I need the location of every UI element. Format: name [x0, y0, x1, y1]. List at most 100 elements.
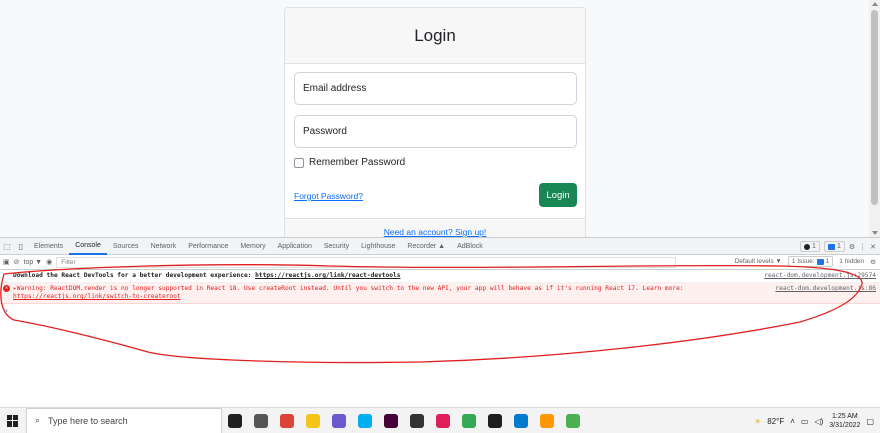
filter-input[interactable]: Filter	[56, 256, 677, 268]
toolbar-right: Default levels ▼ 1 Issue: 1 1 hidden ⚙	[735, 256, 876, 267]
issue-icon	[816, 258, 824, 265]
start-button[interactable]	[0, 408, 26, 433]
cortana-icon[interactable]	[222, 408, 248, 433]
signup-link[interactable]: Need an account? Sign up!	[384, 227, 487, 237]
vscode-icon-glyph	[514, 413, 528, 428]
devtools-link[interactable]: https://reactjs.org/link/react-devtools	[255, 272, 400, 279]
issue-icon	[827, 243, 835, 250]
adobe-xd-icon-glyph	[384, 413, 398, 428]
chrome-profile-icon-glyph	[462, 413, 476, 428]
network-icon[interactable]: ▭	[801, 417, 809, 426]
login-card: Login Email address Password Remember Pa…	[284, 7, 586, 237]
email-placeholder: Email address	[303, 83, 367, 94]
createroot-link[interactable]: https://reactjs.org/link/switch-to-creat…	[13, 293, 181, 300]
terminal-icon[interactable]	[482, 408, 508, 433]
context-selector[interactable]: top ▼	[24, 259, 43, 266]
page-viewport: Login Email address Password Remember Pa…	[0, 0, 880, 237]
console-output: Download the React DevTools for a better…	[0, 270, 880, 317]
windows-logo-icon	[7, 414, 19, 427]
tab-elements[interactable]: Elements	[28, 238, 69, 255]
task-view-icon-glyph	[254, 413, 268, 428]
email-field[interactable]: Email address	[294, 72, 577, 105]
tab-sources[interactable]: Sources	[107, 238, 145, 255]
remember-label: Remember Password	[309, 157, 406, 168]
error-icon: ✕	[3, 285, 10, 292]
clear-console-icon[interactable]: ⊘	[14, 258, 20, 266]
task-view-icon[interactable]	[248, 408, 274, 433]
issues-button[interactable]: 1 Issue: 1	[787, 256, 834, 267]
console-prompt[interactable]: ›	[0, 304, 880, 317]
windows-taskbar: ⌕ Type here to search ☀ 82°F ˄ ▭ ◁) 1:25…	[0, 407, 880, 433]
system-tray: ☀ 82°F ˄ ▭ ◁) 1:25 AM 3/31/2022 ▢	[754, 408, 880, 433]
error-count-badge[interactable]: 1	[800, 241, 820, 252]
file-explorer-icon[interactable]	[300, 408, 326, 433]
notifications-icon[interactable]: ▢	[866, 417, 874, 426]
console-toolbar: ▣ ⊘ top ▼ ◉ Filter Default levels ▼ 1 Is…	[0, 255, 880, 270]
visual-studio-icon[interactable]	[326, 408, 352, 433]
log-source-link[interactable]: react-dom.development.js:29574	[764, 272, 876, 280]
tab-console[interactable]: Console	[69, 238, 107, 255]
settings-gear-icon[interactable]: ⚙	[849, 243, 855, 251]
volume-icon[interactable]: ◁)	[814, 417, 823, 426]
chrome-profile-icon[interactable]	[456, 408, 482, 433]
photos-icon[interactable]	[560, 408, 586, 433]
tab-memory[interactable]: Memory	[234, 238, 271, 255]
terminal-icon-glyph	[488, 413, 502, 428]
tab-performance[interactable]: Performance	[182, 238, 234, 255]
taskbar-search[interactable]: ⌕ Type here to search	[26, 407, 222, 433]
devtools-status: 1 1 ⚙ ⋮ ✕	[800, 238, 876, 255]
scroll-thumb[interactable]	[871, 10, 878, 205]
log-source-link[interactable]: react-dom.development.js:86	[775, 285, 876, 293]
card-header: Login	[285, 8, 585, 64]
tray-chevron-icon[interactable]: ˄	[790, 417, 795, 426]
adobe-xd-icon[interactable]	[378, 408, 404, 433]
remember-row[interactable]: Remember Password	[294, 157, 405, 168]
tab-recorder[interactable]: Recorder ▲	[401, 238, 451, 255]
sublime-icon-glyph	[540, 413, 554, 428]
weather-icon[interactable]: ☀	[754, 417, 761, 426]
tab-network[interactable]: Network	[145, 238, 183, 255]
sublime-icon[interactable]	[534, 408, 560, 433]
scroll-up-icon[interactable]	[872, 2, 878, 6]
taskbar-clock[interactable]: 1:25 AM 3/31/2022	[829, 412, 860, 430]
remember-checkbox[interactable]	[294, 157, 304, 168]
issue-count-badge[interactable]: 1	[823, 241, 845, 252]
photos-icon-glyph	[566, 413, 580, 428]
forgot-password-link[interactable]: Forgot Password?	[294, 191, 363, 201]
close-devtools-icon[interactable]: ✕	[870, 243, 876, 251]
login-button[interactable]: Login	[539, 183, 577, 207]
levels-dropdown[interactable]: Default levels ▼	[735, 258, 782, 265]
scroll-down-icon[interactable]	[872, 231, 878, 235]
weather-temp[interactable]: 82°F	[767, 417, 784, 426]
skype-icon-glyph	[358, 413, 372, 428]
more-options-icon[interactable]: ⋮	[859, 243, 866, 251]
tab-application[interactable]: Application	[272, 238, 318, 255]
tab-adblock[interactable]: AdBlock	[451, 238, 489, 255]
password-placeholder: Password	[303, 126, 347, 137]
slack-icon[interactable]	[430, 408, 456, 433]
devtools-tabbar: ⬚ ▯ Elements Console Sources Network Per…	[0, 238, 880, 255]
chrome-icon-glyph	[280, 413, 294, 428]
page-scrollbar[interactable]	[869, 0, 880, 237]
slack-icon-glyph	[436, 413, 450, 428]
visual-studio-icon-glyph	[332, 413, 346, 428]
sidebar-toggle-icon[interactable]: ▣	[3, 258, 10, 266]
inspect-icon[interactable]: ⬚	[0, 239, 14, 253]
file-explorer-icon-glyph	[306, 413, 320, 428]
device-toggle-icon[interactable]: ▯	[14, 239, 28, 253]
vscode-icon[interactable]	[508, 408, 534, 433]
error-dot-icon	[804, 243, 811, 250]
tab-lighthouse[interactable]: Lighthouse	[355, 238, 401, 255]
chrome-icon[interactable]	[274, 408, 300, 433]
sticky-notes-icon[interactable]	[404, 408, 430, 433]
cortana-icon-glyph	[228, 413, 242, 428]
password-field[interactable]: Password	[294, 115, 577, 148]
tab-security[interactable]: Security	[318, 238, 355, 255]
console-settings-icon[interactable]: ⚙	[870, 258, 876, 266]
card-footer: Need an account? Sign up!	[285, 218, 585, 237]
eye-icon[interactable]: ◉	[46, 258, 52, 266]
search-icon: ⌕	[35, 415, 41, 425]
page-title: Login	[414, 25, 456, 45]
skype-icon[interactable]	[352, 408, 378, 433]
hidden-count: 1 hidden	[839, 258, 865, 265]
